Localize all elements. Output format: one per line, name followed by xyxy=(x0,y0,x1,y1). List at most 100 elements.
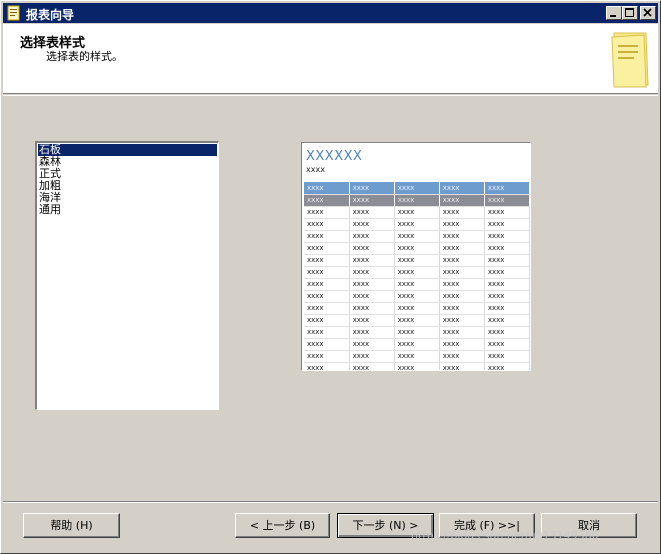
preview-cell: xxxx xyxy=(394,326,440,339)
preview-cell: xxxx xyxy=(439,266,485,279)
style-item-generic[interactable]: 通用 xyxy=(38,204,217,216)
preview-cell: xxxx xyxy=(484,242,530,255)
preview-cell: xxxx xyxy=(394,362,440,370)
help-button[interactable]: 帮助 (H) xyxy=(23,513,120,538)
preview-cell: xxxx xyxy=(439,314,485,327)
preview-cell: xxxx xyxy=(484,350,530,363)
preview-cell: xxxx xyxy=(349,362,395,370)
preview-cell: xxxx xyxy=(484,218,530,231)
preview-cell: xxxx xyxy=(394,314,440,327)
preview-cell: xxxx xyxy=(394,230,440,243)
preview-cell: xxxx xyxy=(439,254,485,267)
preview-cell: xxxx xyxy=(304,266,350,279)
window-title: 报表向导 xyxy=(26,8,75,22)
preview-row: xxxx xxxx xxxx xxxx xxxx xyxy=(304,290,530,303)
preview-cell: xxxx xyxy=(349,218,395,231)
preview-cell: xxxx xyxy=(349,206,395,219)
report-wizard-icon xyxy=(7,5,20,21)
preview-cell: xxxx xyxy=(484,182,530,195)
preview-cell: xxxx xyxy=(304,302,350,315)
preview-cell: xxxx xyxy=(394,218,440,231)
style-item-slate[interactable]: 石板 xyxy=(38,144,217,156)
preview-cell: xxxx xyxy=(484,314,530,327)
preview-cell: xxxx xyxy=(439,338,485,351)
preview-cell: xxxx xyxy=(304,218,350,231)
header-divider xyxy=(3,95,658,96)
footer-divider xyxy=(3,501,658,503)
preview-row: xxxx xxxx xxxx xxxx xxxx xyxy=(304,338,530,351)
preview-cell: xxxx xyxy=(304,194,350,207)
preview-cell: xxxx xyxy=(394,182,440,195)
preview-cell: xxxx xyxy=(349,350,395,363)
preview-cell: xxxx xyxy=(304,182,350,195)
close-button[interactable] xyxy=(640,6,656,20)
preview-cell: xxxx xyxy=(349,290,395,303)
preview-cell: xxxx xyxy=(439,242,485,255)
watermark: https://blog.csdn.net/u013149380 xyxy=(411,529,599,542)
preview-cell: xxxx xyxy=(484,278,530,291)
preview-cell: xxxx xyxy=(304,362,350,370)
style-item-forest[interactable]: 森林 xyxy=(38,156,217,168)
minimize-button[interactable] xyxy=(606,6,622,20)
title-bar[interactable]: 报表向导 xyxy=(3,3,658,23)
preview-cell: xxxx xyxy=(349,254,395,267)
preview-cell: xxxx xyxy=(349,182,395,195)
style-item-ocean[interactable]: 海洋 xyxy=(38,192,217,204)
maximize-button[interactable] xyxy=(622,6,638,20)
style-listbox[interactable]: 石板 森林 正式 加粗 海洋 通用 xyxy=(35,141,219,410)
preview-cell: xxxx xyxy=(304,314,350,327)
preview-cell: xxxx xyxy=(484,362,530,370)
preview-row: xxxx xxxx xxxx xxxx xxxx xyxy=(304,350,530,363)
preview-cell: xxxx xyxy=(394,338,440,351)
preview-cell: xxxx xyxy=(394,206,440,219)
style-item-formal[interactable]: 正式 xyxy=(38,168,217,180)
back-button[interactable]: < 上一步 (B) xyxy=(235,513,330,538)
preview-row: xxxx xxxx xxxx xxxx xxxx xyxy=(304,362,530,370)
preview-cell: xxxx xyxy=(394,242,440,255)
preview-cell: xxxx xyxy=(349,242,395,255)
preview-cell: xxxx xyxy=(439,362,485,370)
preview-cell: xxxx xyxy=(439,278,485,291)
minimize-icon xyxy=(610,15,616,17)
preview-cell: xxxx xyxy=(484,254,530,267)
preview-table: xxxx xxxx xxxx xxxx xxxx xxxx xxxx xxxx xxxx xxxx… xyxy=(304,182,530,370)
maximize-icon xyxy=(625,8,634,17)
preview-cell: xxxx xyxy=(439,230,485,243)
preview-cell: xxxx xyxy=(304,326,350,339)
preview-cell: xxxx xyxy=(304,338,350,351)
preview-cell: xxxx xyxy=(439,206,485,219)
preview-cell: xxxx xyxy=(439,350,485,363)
preview-row: xxxx xxxx xxxx xxxx xxxx xyxy=(304,218,530,231)
preview-cell: xxxx xyxy=(484,230,530,243)
preview-cell: xxxx xyxy=(394,302,440,315)
preview-cell: xxxx xyxy=(439,182,485,195)
preview-cell: xxxx xyxy=(304,290,350,303)
preview-cell: xxxx xyxy=(439,290,485,303)
preview-row: xxxx xxxx xxxx xxxx xxxx xyxy=(304,314,530,327)
preview-row: xxxx xxxx xxxx xxxx xxxx xyxy=(304,206,530,219)
preview-cell: xxxx xyxy=(349,278,395,291)
preview-cell: xxxx xyxy=(304,278,350,291)
preview-cell: xxxx xyxy=(484,290,530,303)
preview-cell: xxxx xyxy=(304,206,350,219)
preview-cell: xxxx xyxy=(439,326,485,339)
preview-title: XXXXXX xyxy=(306,149,363,164)
report-wizard-window: 报表向导 选择表样式 选择表的样式。 石板 森林 正式 加粗 海洋 通用 XXX… xyxy=(0,0,661,554)
preview-row: xxxx xxxx xxxx xxxx xxxx xyxy=(304,242,530,255)
preview-cell: xxxx xyxy=(439,218,485,231)
style-item-bold[interactable]: 加粗 xyxy=(38,180,217,192)
preview-cell: xxxx xyxy=(484,302,530,315)
preview-cell: xxxx xyxy=(304,350,350,363)
style-preview: XXXXXX xxxx xxxx xxxx xxxx xxxx xxxx xxxx xxxx… xyxy=(301,142,531,371)
preview-row: xxxx xxxx xxxx xxxx xxxx xyxy=(304,266,530,279)
report-page-icon xyxy=(611,32,649,88)
preview-cell: xxxx xyxy=(349,230,395,243)
preview-cell: xxxx xyxy=(439,302,485,315)
preview-cell: xxxx xyxy=(304,230,350,243)
wizard-header: 选择表样式 选择表的样式。 xyxy=(3,24,658,94)
preview-cell: xxxx xyxy=(304,254,350,267)
preview-cell: xxxx xyxy=(349,302,395,315)
preview-row: xxxx xxxx xxxx xxxx xxxx xyxy=(304,326,530,339)
close-icon xyxy=(643,8,652,17)
preview-cell: xxxx xyxy=(484,338,530,351)
